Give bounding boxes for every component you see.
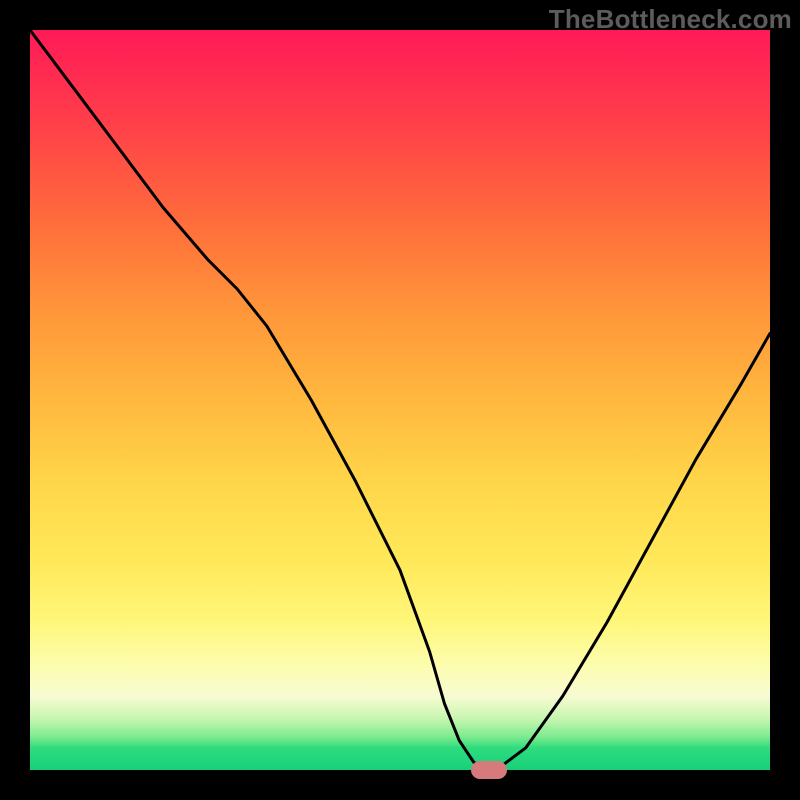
minimum-marker <box>471 761 507 779</box>
chart-frame: TheBottleneck.com <box>0 0 800 800</box>
watermark-text: TheBottleneck.com <box>549 4 792 35</box>
plot-gradient-area <box>30 30 770 770</box>
